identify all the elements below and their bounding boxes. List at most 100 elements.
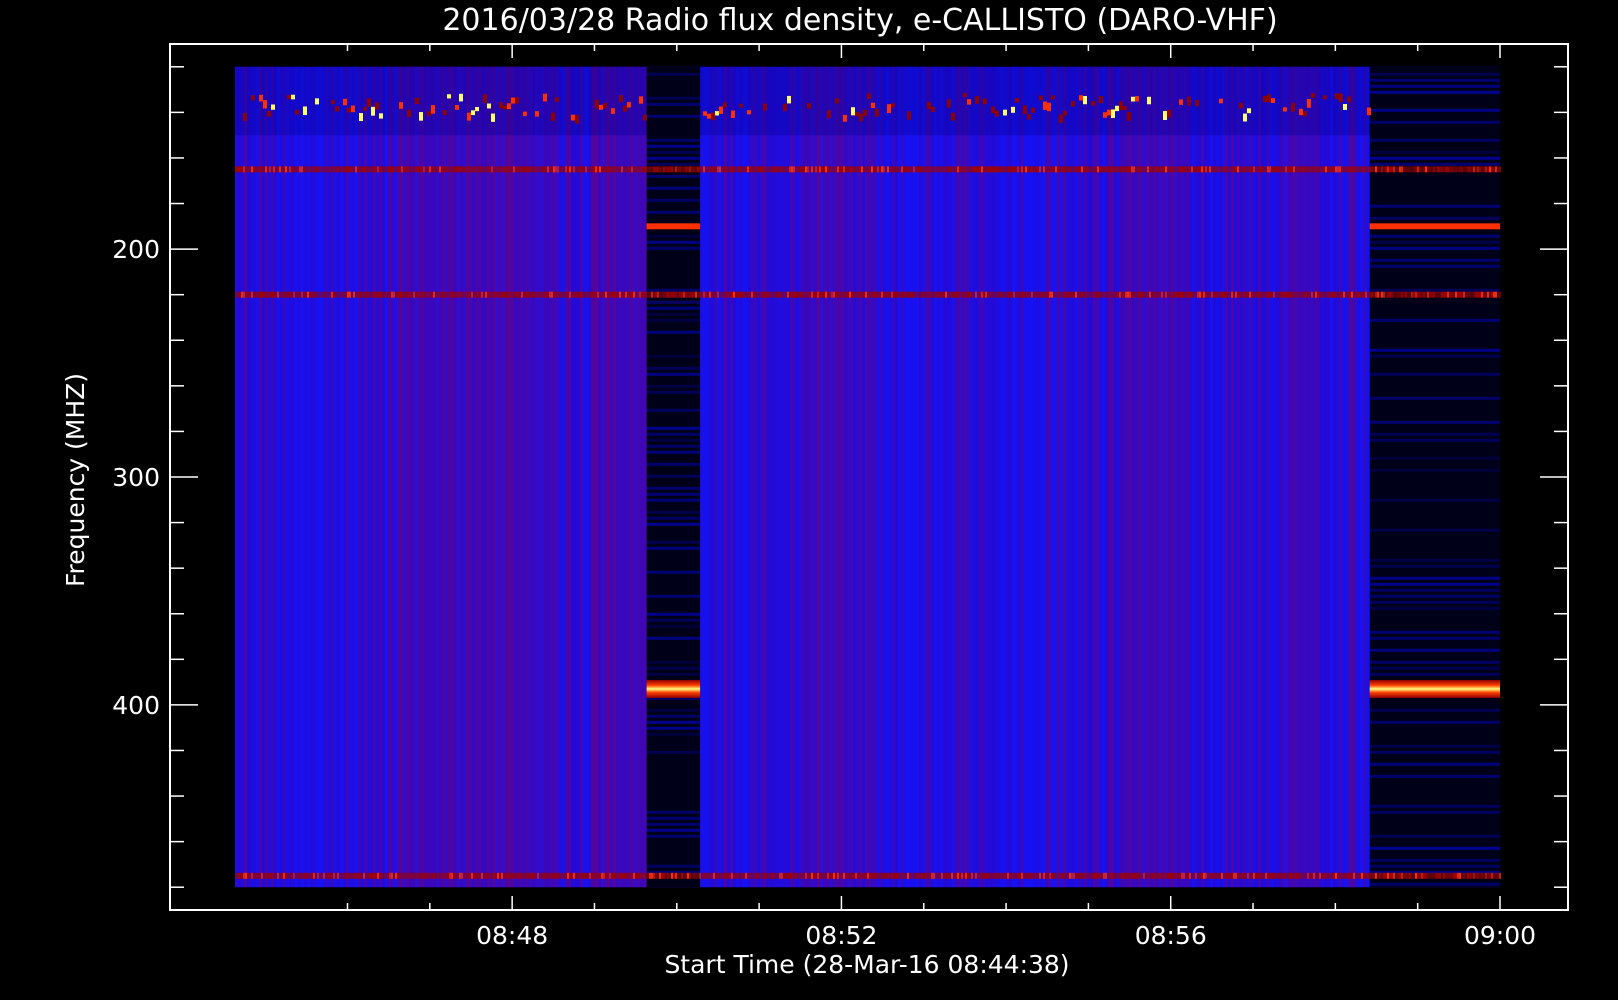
band-line	[1109, 291, 1111, 298]
band-line	[1063, 166, 1065, 173]
band-line	[409, 166, 411, 173]
rfi-speck	[483, 94, 487, 103]
band-line	[907, 291, 909, 298]
band-line	[1207, 166, 1209, 173]
band-line	[957, 291, 959, 298]
band-line	[463, 166, 465, 173]
heatmap-column	[994, 66, 997, 888]
band-line	[239, 872, 241, 879]
band-line	[1107, 166, 1109, 173]
band-line	[1433, 291, 1435, 298]
heatmap-column	[286, 66, 289, 888]
heatmap-column	[340, 66, 343, 888]
band-line	[989, 291, 991, 298]
band-line	[1221, 872, 1223, 879]
band-line	[1161, 872, 1163, 879]
band-line	[959, 291, 961, 298]
band-line	[423, 872, 425, 879]
rfi-speck	[419, 112, 423, 121]
calibration-row	[646, 816, 701, 820]
heatmap-column	[586, 66, 589, 888]
calibration-row	[1369, 594, 1500, 598]
band-line	[1131, 291, 1133, 298]
band-line	[1311, 872, 1313, 879]
band-line	[1295, 166, 1297, 173]
heatmap-column	[250, 66, 253, 888]
band-line	[367, 291, 369, 298]
band-line	[747, 291, 749, 298]
band-line	[761, 291, 763, 298]
heatmap-column	[895, 66, 898, 888]
band-line	[1007, 872, 1009, 879]
band-line	[755, 872, 757, 879]
band-line	[1473, 291, 1475, 298]
band-line	[421, 291, 423, 298]
heatmap-column	[958, 66, 961, 888]
band-line	[1143, 166, 1145, 173]
band-line	[1111, 166, 1113, 173]
band-line	[333, 872, 335, 879]
band-line	[399, 872, 401, 879]
band-line	[795, 166, 797, 173]
band-line	[1083, 872, 1085, 879]
heatmap-column	[871, 66, 874, 888]
rfi-speck	[1367, 107, 1371, 116]
calibration-row	[646, 540, 701, 544]
band-line	[1333, 291, 1335, 298]
band-line	[289, 291, 291, 298]
band-line	[635, 872, 637, 879]
band-line	[1257, 872, 1259, 879]
band-line	[521, 872, 523, 879]
band-line	[695, 291, 697, 298]
band-line	[911, 166, 913, 173]
band-line	[957, 872, 959, 879]
heatmap-column	[388, 66, 391, 888]
band-line	[833, 872, 835, 879]
band-line	[549, 166, 551, 173]
heatmap-column	[1210, 66, 1213, 888]
band-line	[397, 291, 399, 298]
band-line	[371, 872, 373, 879]
band-line	[1123, 166, 1125, 173]
rfi-speck	[1239, 102, 1243, 109]
band-line	[1083, 291, 1085, 298]
heatmap-patch	[800, 66, 850, 888]
band-line	[1155, 872, 1157, 879]
band-line	[1439, 166, 1441, 173]
band-line	[485, 291, 487, 298]
band-line	[361, 872, 363, 879]
band-line	[477, 291, 479, 298]
band-line	[917, 166, 919, 173]
band-line	[949, 872, 951, 879]
band-line	[1339, 291, 1341, 298]
band-line	[823, 291, 825, 298]
band-line	[615, 166, 617, 173]
heatmap-column	[1345, 66, 1348, 888]
band-line	[1209, 872, 1211, 879]
band-line	[717, 166, 719, 173]
band-line	[1265, 291, 1267, 298]
band-line	[663, 872, 665, 879]
band-line	[1223, 166, 1225, 173]
band-line	[685, 872, 687, 879]
band-line	[1411, 166, 1413, 173]
band-line	[711, 166, 713, 173]
band-line	[1245, 291, 1247, 298]
band-line	[617, 872, 619, 879]
band-line	[967, 166, 969, 173]
rfi-speck	[551, 112, 555, 121]
saturated-band	[646, 679, 701, 698]
band-line	[609, 872, 611, 879]
band-line	[913, 872, 915, 879]
band-line	[1415, 872, 1417, 879]
band-line	[429, 291, 431, 298]
band-line	[795, 872, 797, 879]
band-line	[1375, 291, 1377, 298]
band-line	[1317, 166, 1319, 173]
band-line	[865, 166, 867, 173]
band-line	[825, 166, 827, 173]
band-line	[663, 166, 665, 173]
band-line	[591, 872, 593, 879]
band-line	[533, 166, 535, 173]
band-line	[509, 291, 511, 298]
